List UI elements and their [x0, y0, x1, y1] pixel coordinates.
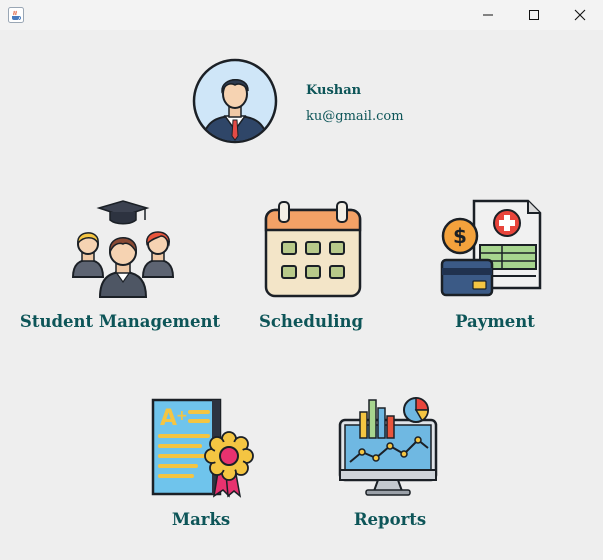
analytics-monitor-icon[interactable] — [338, 396, 438, 496]
payment-invoice-icon[interactable]: $ — [440, 198, 542, 298]
maximize-button[interactable] — [511, 0, 557, 30]
minimize-icon — [482, 6, 494, 25]
profile-email: ku@gmail.com — [306, 109, 404, 124]
student-management-button[interactable]: Student Management — [20, 312, 220, 331]
calendar-icon[interactable] — [264, 200, 362, 298]
java-cup-icon — [8, 7, 24, 23]
minimize-button[interactable] — [465, 0, 511, 30]
svg-text:A: A — [160, 406, 177, 431]
close-button[interactable] — [557, 0, 603, 30]
reports-button[interactable]: Reports — [354, 510, 426, 529]
businessman-avatar-icon — [192, 58, 278, 144]
marks-button[interactable]: Marks — [172, 510, 230, 529]
close-icon — [574, 6, 586, 25]
grade-certificate-icon[interactable]: A + — [150, 396, 254, 498]
svg-text:+: + — [176, 408, 188, 424]
payment-button[interactable]: Payment — [455, 312, 535, 331]
maximize-icon — [528, 6, 540, 25]
students-graduation-icon[interactable] — [71, 200, 175, 298]
svg-text:$: $ — [453, 224, 467, 248]
window-titlebar[interactable] — [0, 0, 603, 30]
profile-name: Kushan — [306, 83, 362, 98]
scheduling-button[interactable]: Scheduling — [259, 312, 363, 331]
